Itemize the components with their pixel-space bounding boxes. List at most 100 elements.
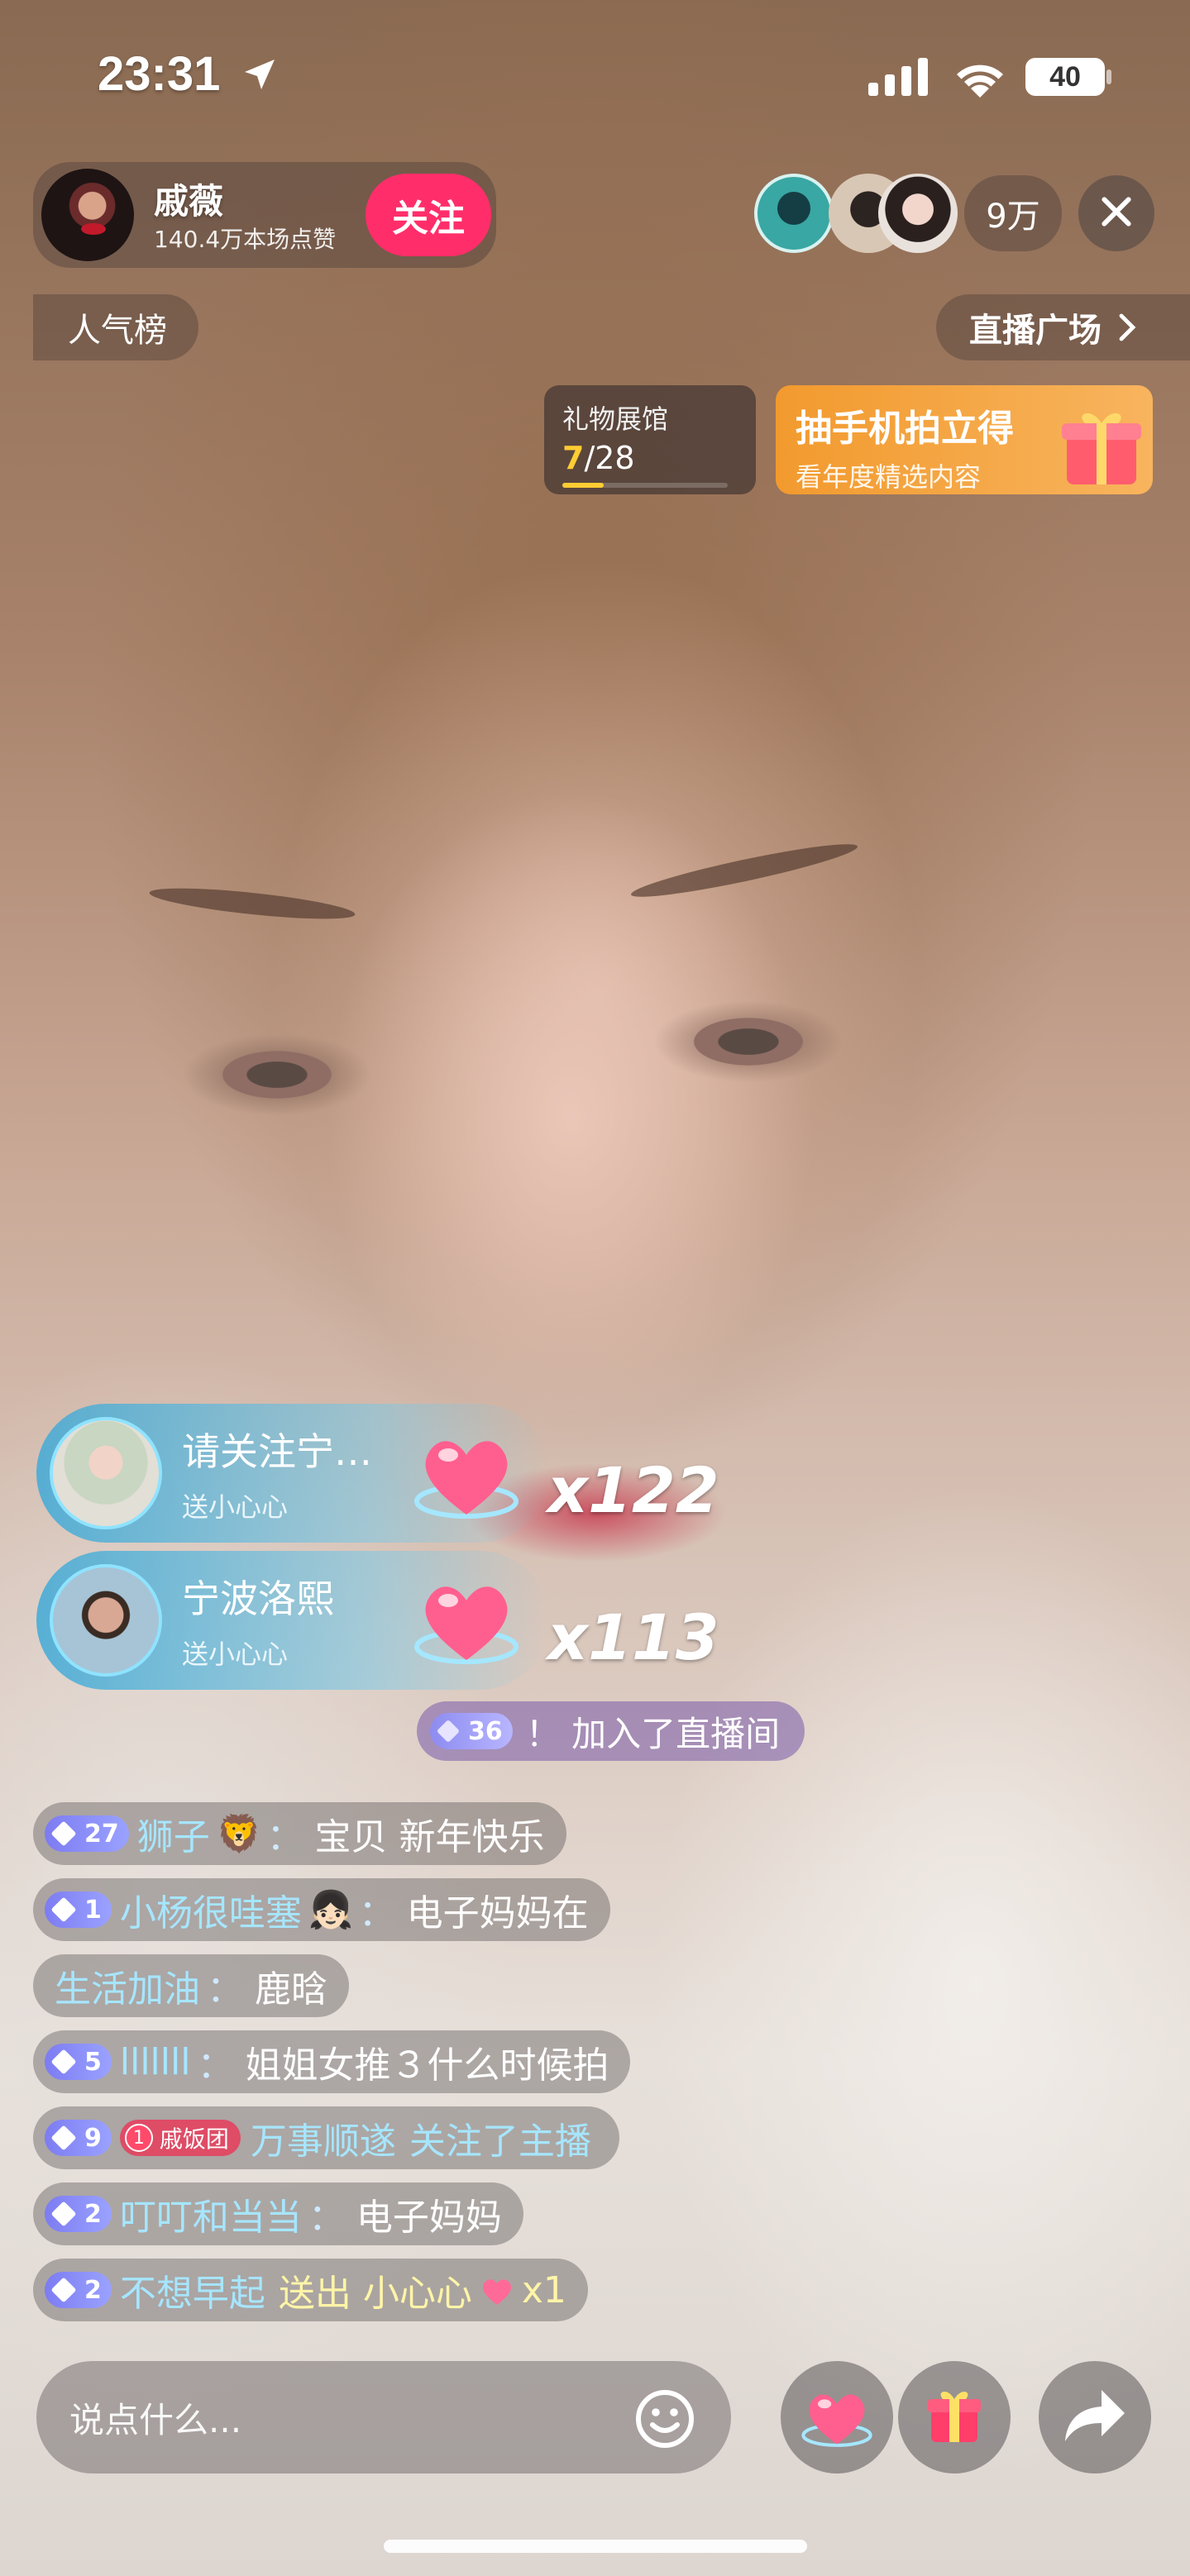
gift-action: 送小心心	[182, 1639, 289, 1670]
gift-count: x1	[521, 2268, 566, 2311]
emoji-smile-icon[interactable]	[635, 2389, 695, 2452]
gifter-name: 宁波洛熙	[182, 1577, 334, 1621]
chat-colon: ：	[266, 1816, 303, 1858]
chevron-right-icon	[1118, 312, 1136, 342]
gift-box-icon	[1057, 402, 1146, 494]
chat-message[interactable]: 27 狮子 🦁 ： 宝贝 新年快乐	[33, 1802, 566, 1865]
streamer-avatar[interactable]	[41, 169, 134, 261]
level-badge: 27	[45, 1815, 129, 1852]
level-badge: 36	[430, 1713, 513, 1749]
chat-text: 宝贝 新年快乐	[314, 1816, 545, 1858]
viewer-count[interactable]: 9万	[964, 175, 1062, 251]
chat-message[interactable]: 生活加油 ： 鹿晗	[33, 1954, 349, 2017]
girl-emoji-icon: 👧🏻	[308, 1889, 354, 1931]
close-button[interactable]	[1078, 175, 1154, 251]
level-badge: 1	[45, 1891, 112, 1928]
battery-level: 40	[1049, 60, 1081, 93]
live-plaza-label: 直播广场	[969, 312, 1102, 350]
promo-banner[interactable]: 抽手机拍立得 看年度精选内容	[776, 385, 1153, 494]
chat-colon: ：	[308, 2197, 345, 2239]
gift-combo-count: x113	[547, 1600, 719, 1674]
chat-text: 电子妈妈	[356, 2197, 502, 2239]
level-diamond-icon	[50, 1820, 77, 1847]
gift-hall-progress-fill	[562, 483, 604, 488]
heart-gift-icon	[797, 2379, 877, 2455]
heart-small-icon	[479, 2273, 515, 2306]
gift-button[interactable]	[898, 2361, 1011, 2473]
chat-text: 鹿晗	[255, 1968, 327, 2011]
cellular-signal-icon	[868, 58, 931, 100]
streamer-name: 戚薇	[154, 181, 224, 222]
chat-username[interactable]: 不想早起	[120, 2264, 265, 2316]
gift-hall-progress-total: /28	[584, 440, 635, 476]
chat-message[interactable]: 2 不想早起 送出 小心心 x1	[33, 2259, 588, 2321]
chat-message[interactable]: 9 1 戚饭团 万事顺遂 关注了主播	[33, 2106, 619, 2169]
comment-input[interactable]: 说点什么...	[36, 2361, 731, 2473]
gift-hall-progress: 7/28	[562, 440, 738, 476]
level-diamond-icon	[50, 2049, 77, 2075]
chat-message[interactable]: 1 小杨很哇塞 👧🏻 ： 电子妈妈在	[33, 1878, 610, 1941]
gift-combo-count: x122	[547, 1453, 719, 1527]
location-arrow-icon	[240, 55, 280, 98]
close-icon	[1098, 193, 1135, 233]
join-notice-text: ！ 加入了直播间	[525, 1713, 781, 1754]
wifi-icon	[953, 55, 1007, 102]
level-badge: 2	[45, 2272, 112, 2308]
level-diamond-icon	[50, 1896, 77, 1923]
gifter-name: 请关注宁…	[182, 1429, 372, 1474]
level-badge: 5	[45, 2044, 112, 2080]
live-plaza-button[interactable]: 直播广场	[936, 294, 1190, 360]
chat-text: 电子妈妈在	[406, 1892, 589, 1934]
chat-colon: ：	[197, 2044, 234, 2087]
battery-indicator: 40	[1025, 58, 1105, 96]
chat-colon: ：	[358, 1892, 395, 1934]
level-badge: 2	[45, 2196, 112, 2232]
gift-hall-progress-bar	[562, 483, 728, 488]
level-diamond-icon	[50, 2125, 77, 2151]
level-badge: 9	[45, 2120, 112, 2156]
follow-label: 关注	[392, 198, 465, 240]
viewer-count-text: 9万	[986, 198, 1040, 236]
chat-message[interactable]: 2 叮叮和当当 ： 电子妈妈	[33, 2182, 523, 2245]
gifter-avatar[interactable]	[50, 1417, 162, 1529]
fan-level: 1	[124, 2124, 153, 2152]
viewer-avatar[interactable]	[878, 174, 958, 253]
fan-club-name: 戚饭团	[159, 2125, 229, 2153]
popularity-label: 人气榜	[68, 312, 167, 350]
chat-colon: ：	[207, 1968, 243, 2011]
heart-gift-icon	[409, 1419, 524, 1529]
gift-hall-label: 礼物展馆	[562, 403, 669, 435]
viewer-avatars[interactable]	[754, 170, 958, 256]
follow-button[interactable]: 关注	[366, 174, 491, 256]
viewer-avatar[interactable]	[754, 174, 834, 253]
level-diamond-icon	[50, 2277, 77, 2303]
gift-hall-progress-current: 7	[562, 440, 585, 476]
battery-cap	[1106, 69, 1111, 84]
popularity-ranking-button[interactable]: 人气榜	[33, 294, 198, 360]
chat-username[interactable]: 小杨很哇塞	[120, 1883, 302, 1936]
level-diamond-icon	[436, 1719, 461, 1744]
gift-box-icon	[921, 2383, 987, 2452]
chat-text: 送出 小心心	[278, 2273, 472, 2315]
gift-hall-card[interactable]: 礼物展馆 7/28	[544, 385, 756, 494]
home-indicator	[384, 2540, 807, 2553]
join-notice: 36 ！ 加入了直播间	[417, 1701, 805, 1761]
comment-placeholder: 说点什么...	[69, 2399, 242, 2440]
heart-gift-icon	[409, 1564, 524, 1675]
gift-action: 送小心心	[182, 1491, 289, 1523]
status-bar: 23:31 40	[0, 0, 1190, 149]
streamer-like-count: 140.4万本场点赞	[154, 226, 337, 253]
chat-text: 姐姐女推３什么时候拍	[245, 2044, 609, 2087]
chat-username[interactable]: 狮子	[137, 1807, 210, 1860]
chat-username[interactable]: 生活加油	[55, 1959, 200, 2012]
chat-username[interactable]: 万事顺遂	[251, 2111, 396, 2164]
share-button[interactable]	[1039, 2361, 1151, 2473]
chat-message[interactable]: 5 lllllll ： 姐姐女推３什么时候拍	[33, 2030, 631, 2093]
chat-username[interactable]: 叮叮和当当	[120, 2187, 302, 2240]
level-diamond-icon	[50, 2201, 77, 2227]
like-heart-button[interactable]	[781, 2361, 893, 2473]
streamer-info[interactable]: 戚薇 140.4万本场点赞 关注	[33, 162, 496, 268]
share-arrow-icon	[1062, 2387, 1128, 2448]
gifter-avatar[interactable]	[50, 1564, 162, 1677]
chat-username[interactable]: lllllll	[120, 2041, 191, 2083]
